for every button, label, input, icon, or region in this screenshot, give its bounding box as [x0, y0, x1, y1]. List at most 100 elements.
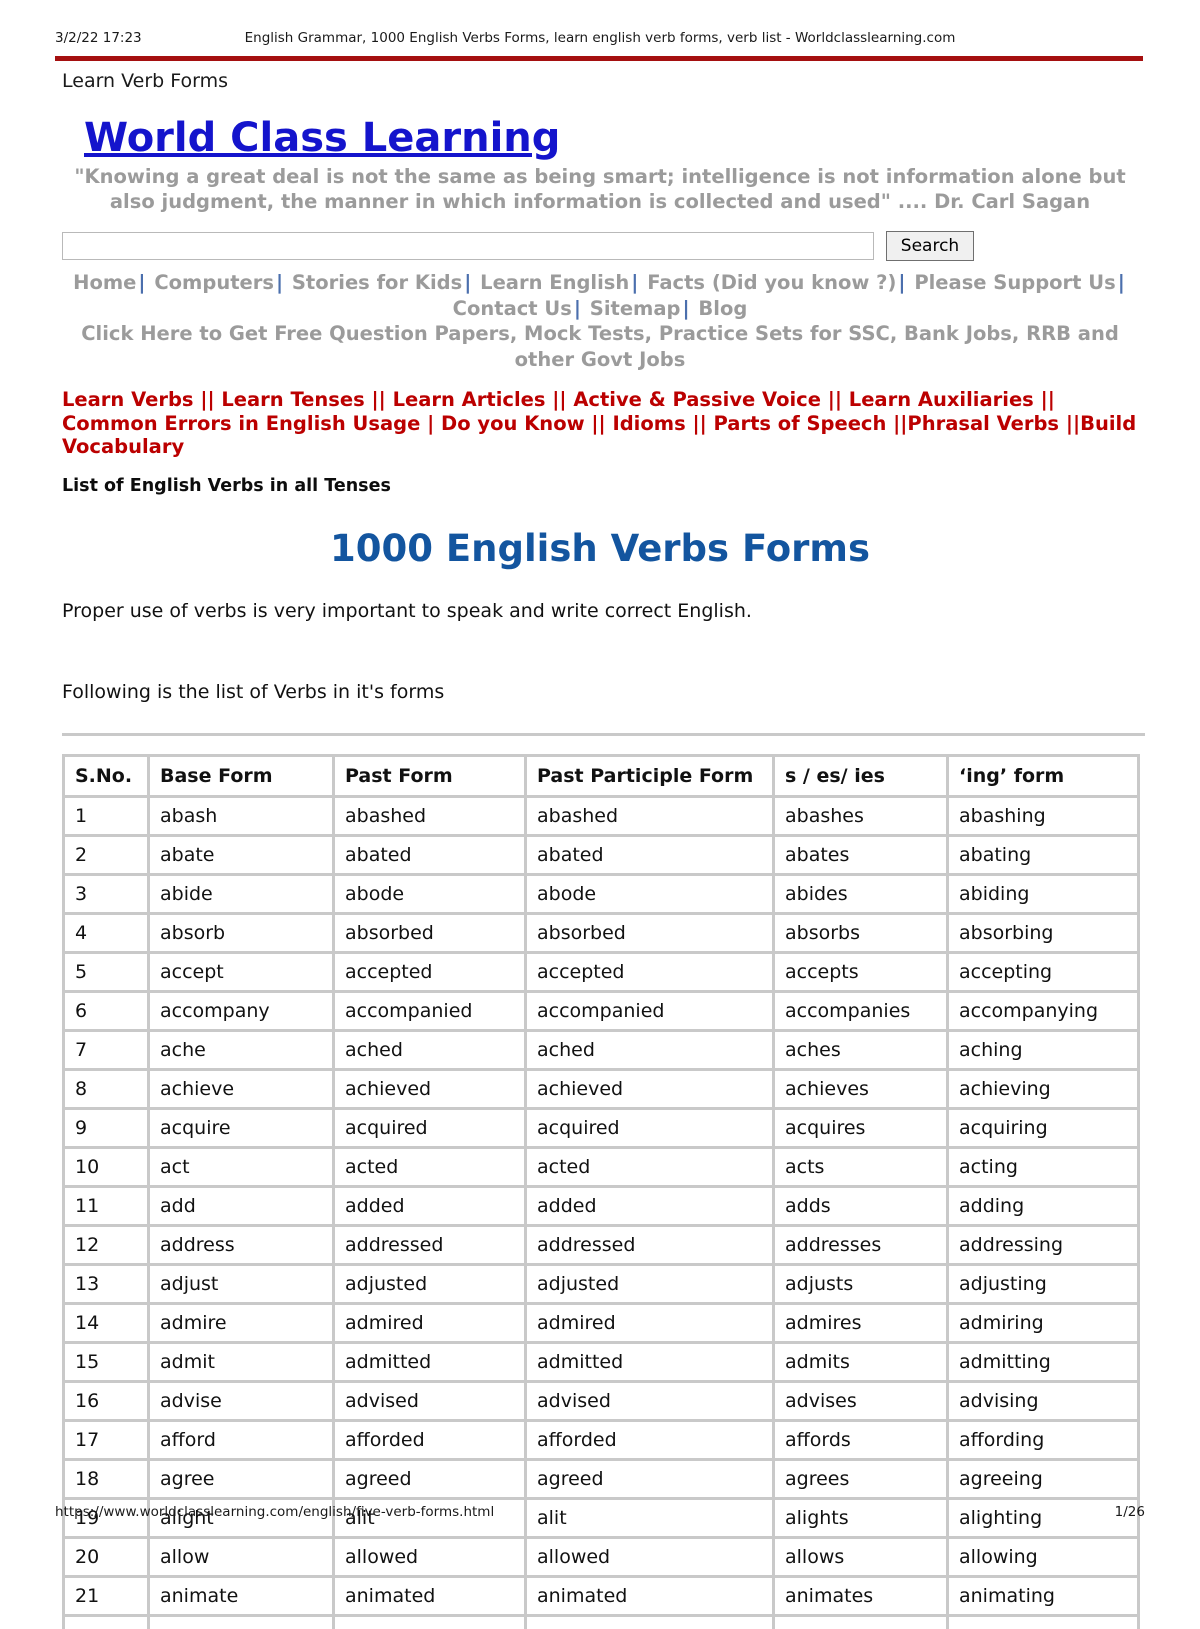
- cell-ing-form: admitting: [949, 1343, 1140, 1383]
- cell-ing-form: adding: [949, 1187, 1140, 1227]
- table-row: 6 accompany accompanied accompanied accompan…: [62, 992, 1140, 1032]
- red-nav-separator: |: [427, 411, 435, 435]
- cell-s-es-ies: adjusts: [775, 1265, 949, 1305]
- nav-item-facts[interactable]: Facts (Did you know ?): [647, 271, 896, 294]
- cell-s-es-ies: abates: [775, 836, 949, 876]
- nav-separator: |: [898, 271, 906, 294]
- cell-s-es-ies: abides: [775, 875, 949, 915]
- cell-past-form: absorbed: [335, 914, 527, 954]
- cell-base-form: add: [150, 1187, 335, 1227]
- cell-ing-form: accompanying: [949, 992, 1140, 1032]
- promo-link[interactable]: Click Here to Get Free Question Papers, …: [58, 321, 1143, 372]
- column-header-sno: S.No.: [62, 753, 150, 798]
- site-tagline: "Knowing a great deal is not the same as…: [74, 165, 1126, 213]
- cell-past-form: accepted: [335, 953, 527, 993]
- cell-base-form: animate: [150, 1577, 335, 1617]
- table-row: 17 afford afforded afforded affords affording: [62, 1421, 1140, 1461]
- cell-past-form: afforded: [335, 1421, 527, 1461]
- cell-s-es-ies: [775, 1616, 949, 1629]
- cell-sno: 8: [62, 1070, 150, 1110]
- cell-past-form: ached: [335, 1031, 527, 1071]
- red-nav-separator: ||: [552, 388, 567, 411]
- cell-s-es-ies: abashes: [775, 797, 949, 837]
- cell-base-form: act: [150, 1148, 335, 1188]
- cell-ing-form: advising: [949, 1382, 1140, 1422]
- cell-s-es-ies: allows: [775, 1538, 949, 1578]
- cell-ing-form: allowing: [949, 1538, 1140, 1578]
- cell-past-participle-form: animated: [527, 1577, 775, 1617]
- cell-ing-form: acquiring: [949, 1109, 1140, 1149]
- cell-past-form: acquired: [335, 1109, 527, 1149]
- cell-past-form: abashed: [335, 797, 527, 837]
- cell-past-participle-form: abode: [527, 875, 775, 915]
- nav-item-blog[interactable]: Blog: [698, 297, 747, 320]
- search-button[interactable]: Search: [886, 231, 974, 261]
- section-subheading: List of English Verbs in all Tenses: [62, 475, 391, 496]
- cell-past-form: addressed: [335, 1226, 527, 1266]
- search-row: Search: [0, 231, 1200, 264]
- red-nav-item-learn-auxiliaries[interactable]: Learn Auxiliaries: [849, 388, 1034, 411]
- cell-ing-form: animating: [949, 1577, 1140, 1617]
- nav-item-sitemap[interactable]: Sitemap: [590, 297, 681, 320]
- red-nav-item-do-you-know[interactable]: Do you Know: [441, 412, 585, 435]
- cell-ing-form: acting: [949, 1148, 1140, 1188]
- red-nav-item-parts-of-speech[interactable]: Parts of Speech: [714, 412, 887, 435]
- verb-forms-table: S.No. Base Form Past Form Past Participl…: [62, 753, 1140, 1629]
- cell-s-es-ies: admires: [775, 1304, 949, 1344]
- red-nav-item-phrasal-verbs[interactable]: Phrasal Verbs: [907, 412, 1059, 435]
- search-input[interactable]: [62, 232, 874, 260]
- red-nav-item-learn-articles[interactable]: Learn Articles: [393, 388, 546, 411]
- cell-past-participle-form: acquired: [527, 1109, 775, 1149]
- table-row: 13 adjust adjusted adjusted adjusts adjusting: [62, 1265, 1140, 1305]
- cell-ing-form: absorbing: [949, 914, 1140, 954]
- cell-sno: 7: [62, 1031, 150, 1071]
- red-nav-separator: ||: [1040, 388, 1055, 411]
- cell-base-form: afford: [150, 1421, 335, 1461]
- red-nav-separator: ||: [200, 388, 215, 411]
- cell-past-participle-form: achieved: [527, 1070, 775, 1110]
- cell-s-es-ies: absorbs: [775, 914, 949, 954]
- nav-item-computers[interactable]: Computers: [154, 271, 274, 294]
- red-nav-item-active-passive-voice[interactable]: Active & Passive Voice: [573, 388, 821, 411]
- red-nav-item-learn-tenses[interactable]: Learn Tenses: [221, 388, 364, 411]
- column-header-base-form: Base Form: [150, 753, 335, 798]
- cell-s-es-ies: adds: [775, 1187, 949, 1227]
- cell-past-participle-form: abated: [527, 836, 775, 876]
- column-header-past-form: Past Form: [335, 753, 527, 798]
- nav-item-please-support-us[interactable]: Please Support Us: [914, 271, 1115, 294]
- red-nav-item-learn-verbs[interactable]: Learn Verbs: [62, 388, 194, 411]
- table-row: 10 act acted acted acts acting: [62, 1148, 1140, 1188]
- print-footer-page-number: 1/26: [1114, 1504, 1145, 1520]
- cell-s-es-ies: accompanies: [775, 992, 949, 1032]
- cell-sno: 17: [62, 1421, 150, 1461]
- table-row-partial: [62, 1616, 1140, 1629]
- nav-item-stories-for-kids[interactable]: Stories for Kids: [292, 271, 462, 294]
- cell-past-participle-form: advised: [527, 1382, 775, 1422]
- cell-sno: 21: [62, 1577, 150, 1617]
- red-nav-item-common-errors[interactable]: Common Errors in English Usage: [62, 412, 420, 435]
- cell-sno: 6: [62, 992, 150, 1032]
- cell-past-participle-form: afforded: [527, 1421, 775, 1461]
- nav-item-home[interactable]: Home: [73, 271, 136, 294]
- cell-past-participle-form: added: [527, 1187, 775, 1227]
- cell-s-es-ies: affords: [775, 1421, 949, 1461]
- cell-sno: 11: [62, 1187, 150, 1227]
- cell-s-es-ies: agrees: [775, 1460, 949, 1500]
- cell-ing-form: affording: [949, 1421, 1140, 1461]
- cell-base-form: accompany: [150, 992, 335, 1032]
- cell-past-form: adjusted: [335, 1265, 527, 1305]
- cell-base-form: abate: [150, 836, 335, 876]
- content-divider: [62, 732, 1145, 736]
- cell-base-form: accept: [150, 953, 335, 993]
- nav-item-contact-us[interactable]: Contact Us: [453, 297, 572, 320]
- column-header-s-es-ies: s / es/ ies: [775, 753, 949, 798]
- table-row: 5 accept accepted accepted accepts accepting: [62, 953, 1140, 993]
- cell-past-participle-form: acted: [527, 1148, 775, 1188]
- red-nav-item-idioms[interactable]: Idioms: [612, 412, 685, 435]
- cell-past-form: admitted: [335, 1343, 527, 1383]
- page-content: Learn Verb Forms World Class Learning "K…: [0, 64, 1200, 1629]
- nav-item-learn-english[interactable]: Learn English: [480, 271, 629, 294]
- cell-base-form: achieve: [150, 1070, 335, 1110]
- cell-base-form: allow: [150, 1538, 335, 1578]
- site-title-link[interactable]: World Class Learning: [84, 114, 560, 162]
